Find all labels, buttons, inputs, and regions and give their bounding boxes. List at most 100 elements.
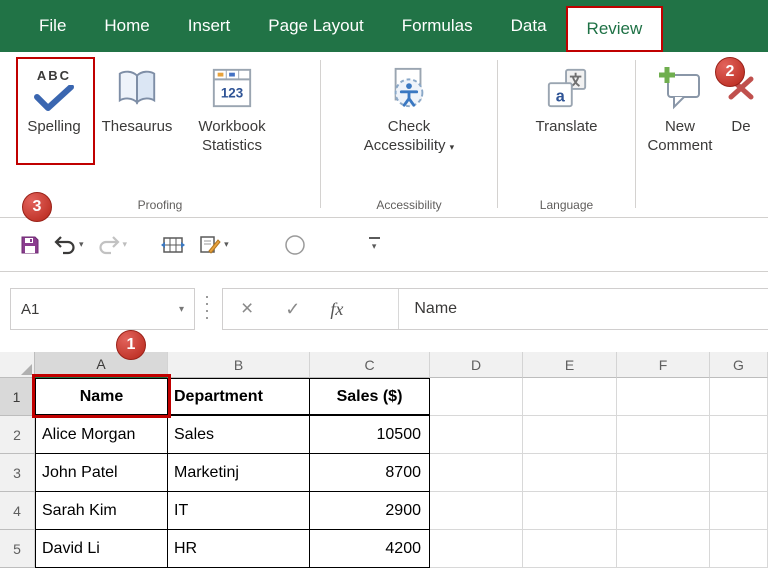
translate-button[interactable]: a Translate xyxy=(517,59,617,136)
cell-f4[interactable] xyxy=(617,492,710,530)
cell-g2[interactable] xyxy=(710,416,768,454)
undo-button[interactable]: ▾ xyxy=(54,235,84,255)
undo-dropdown-icon[interactable]: ▾ xyxy=(79,239,84,250)
undo-icon xyxy=(54,235,76,255)
group-proofing: ABC Spelling Thesaurus xyxy=(0,52,320,217)
cell-a3[interactable]: John Patel xyxy=(35,454,168,492)
cell-g3[interactable] xyxy=(710,454,768,492)
cell-c5[interactable]: 4200 xyxy=(310,530,430,568)
cell-e3[interactable] xyxy=(523,454,617,492)
thesaurus-button[interactable]: Thesaurus xyxy=(94,59,180,155)
cell-d4[interactable] xyxy=(430,492,523,530)
ribbon: ABC Spelling Thesaurus xyxy=(0,52,768,218)
cell-c4[interactable]: 2900 xyxy=(310,492,430,530)
grid-arrows-icon xyxy=(161,236,185,254)
spelling-label: Spelling xyxy=(27,117,80,136)
redo-button[interactable]: ▾ xyxy=(98,235,128,255)
tab-review[interactable]: Review xyxy=(566,6,664,52)
col-header-a[interactable]: A xyxy=(35,352,168,378)
cell-a2[interactable]: Alice Morgan xyxy=(35,416,168,454)
enter-icon[interactable]: ✓ xyxy=(285,299,300,320)
redo-dropdown-icon[interactable]: ▾ xyxy=(123,239,128,250)
formula-bar[interactable]: × ✓ fx Name xyxy=(222,288,768,330)
cell-f1[interactable] xyxy=(617,378,710,416)
cell-d3[interactable] xyxy=(430,454,523,492)
name-box[interactable]: A1 ▾ xyxy=(10,288,195,330)
save-button[interactable] xyxy=(20,235,40,255)
cell-f2[interactable] xyxy=(617,416,710,454)
select-all-corner[interactable] xyxy=(0,352,35,378)
cell-g5[interactable] xyxy=(710,530,768,568)
cell-c1[interactable]: Sales ($) xyxy=(310,378,430,416)
col-header-b[interactable]: B xyxy=(168,352,310,378)
spelling-icon: ABC xyxy=(34,59,74,117)
col-header-f[interactable]: F xyxy=(617,352,710,378)
new-comment-button[interactable]: New Comment xyxy=(646,59,714,155)
cancel-icon[interactable]: × xyxy=(241,297,253,321)
tab-formulas[interactable]: Formulas xyxy=(383,0,492,52)
oval-shape-button[interactable] xyxy=(283,233,307,257)
spelling-button[interactable]: ABC Spelling xyxy=(14,59,94,155)
row-header-3[interactable]: 3 xyxy=(0,454,35,492)
cell-b3[interactable]: Marketinj xyxy=(168,454,310,492)
new-comment-label-1: New xyxy=(665,117,695,136)
cell-b5[interactable]: HR xyxy=(168,530,310,568)
cell-b2[interactable]: Sales xyxy=(168,416,310,454)
col-header-d[interactable]: D xyxy=(430,352,523,378)
quick-edit-dropdown-icon[interactable]: ▾ xyxy=(224,239,229,250)
cell-g4[interactable] xyxy=(710,492,768,530)
cell-a4[interactable]: Sarah Kim xyxy=(35,492,168,530)
cell-e2[interactable] xyxy=(523,416,617,454)
cell-d1[interactable] xyxy=(430,378,523,416)
cell-g1[interactable] xyxy=(710,378,768,416)
thesaurus-label: Thesaurus xyxy=(102,117,173,136)
group-language: a Translate Language xyxy=(498,52,635,217)
cell-e5[interactable] xyxy=(523,530,617,568)
tab-home[interactable]: Home xyxy=(85,0,168,52)
cell-e4[interactable] xyxy=(523,492,617,530)
cell-b4[interactable]: IT xyxy=(168,492,310,530)
tab-file[interactable]: File xyxy=(20,0,85,52)
cell-f3[interactable] xyxy=(617,454,710,492)
cell-a1[interactable]: Name xyxy=(35,378,168,416)
row-header-5[interactable]: 5 xyxy=(0,530,35,568)
formula-bar-drag-handle[interactable] xyxy=(206,296,208,322)
insert-function-icon[interactable]: fx xyxy=(330,299,343,320)
col-header-g[interactable]: G xyxy=(710,352,768,378)
quick-edit-button[interactable]: ▾ xyxy=(199,235,229,255)
tab-data[interactable]: Data xyxy=(492,0,566,52)
group-label-language: Language xyxy=(498,198,635,212)
thesaurus-icon xyxy=(115,59,159,117)
group-label-accessibility: Accessibility xyxy=(321,198,497,212)
row-header-1[interactable]: 1 xyxy=(0,378,35,416)
cell-e1[interactable] xyxy=(523,378,617,416)
excel-window: File Home Insert Page Layout Formulas Da… xyxy=(0,0,768,568)
name-box-value: A1 xyxy=(21,301,39,318)
group-accessibility: Check Accessibility ▾ Accessibility xyxy=(321,52,497,217)
col-header-c[interactable]: C xyxy=(310,352,430,378)
row-header-4[interactable]: 4 xyxy=(0,492,35,530)
grid-arrows-button[interactable] xyxy=(161,236,185,254)
formula-bar-value[interactable]: Name xyxy=(414,300,457,318)
group-label-proofing: Proofing xyxy=(0,198,320,212)
delete-comment-icon xyxy=(727,59,755,117)
name-box-dropdown-icon[interactable]: ▾ xyxy=(179,304,184,315)
tab-insert[interactable]: Insert xyxy=(169,0,250,52)
cell-d5[interactable] xyxy=(430,530,523,568)
workbook-statistics-button[interactable]: 123 Workbook Statistics xyxy=(180,59,284,155)
row-header-2[interactable]: 2 xyxy=(0,416,35,454)
cell-d2[interactable] xyxy=(430,416,523,454)
quick-edit-icon xyxy=(199,235,221,255)
check-accessibility-button[interactable]: Check Accessibility ▾ xyxy=(349,59,469,157)
tab-page-layout[interactable]: Page Layout xyxy=(249,0,382,52)
cell-f5[interactable] xyxy=(617,530,710,568)
cell-c3[interactable]: 8700 xyxy=(310,454,430,492)
delete-comment-label: De xyxy=(731,117,750,136)
cell-c2[interactable]: 10500 xyxy=(310,416,430,454)
cell-a5[interactable]: David Li xyxy=(35,530,168,568)
delete-comment-button[interactable]: De xyxy=(714,59,768,155)
cell-b1[interactable]: Department xyxy=(168,378,310,416)
workbook-statistics-label-2: Statistics xyxy=(202,136,262,155)
col-header-e[interactable]: E xyxy=(523,352,617,378)
qat-customize-button[interactable]: ▾ xyxy=(369,237,380,252)
